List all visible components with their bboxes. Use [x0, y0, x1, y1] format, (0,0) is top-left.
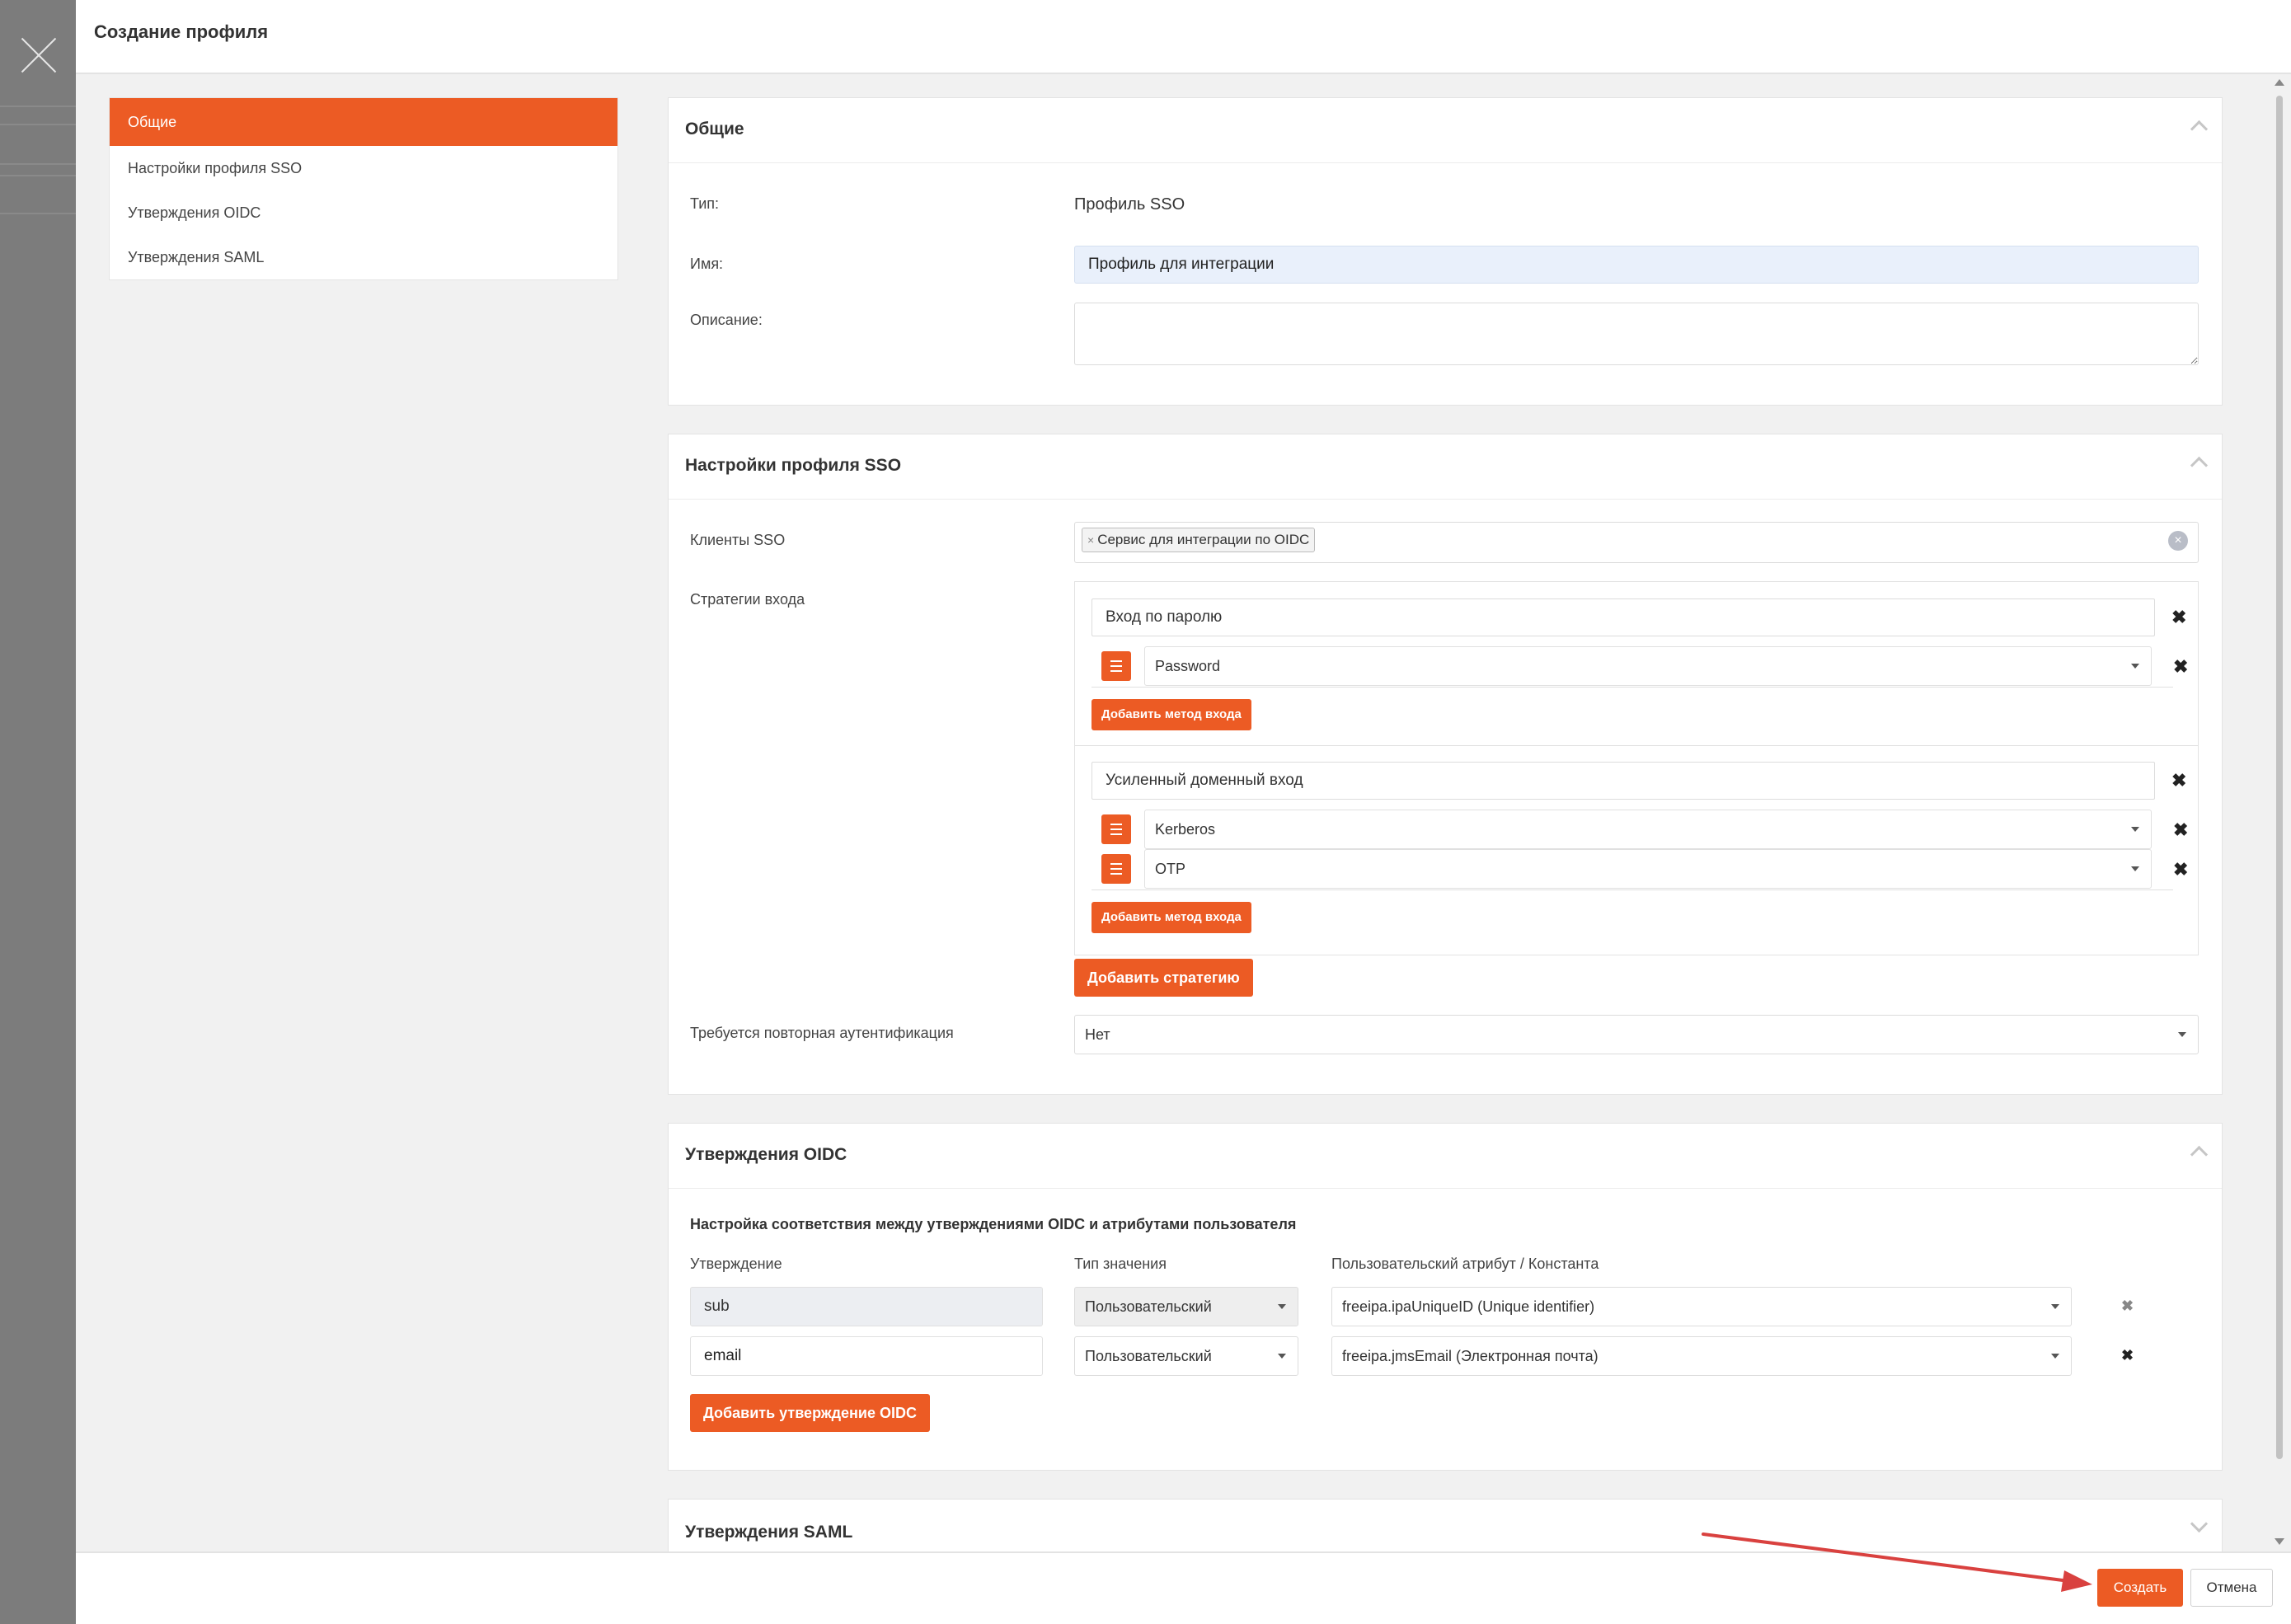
annotation-arrow-icon — [1702, 1532, 2092, 1592]
app-root: Создание профиля Общие Настройки профиля… — [0, 0, 2291, 1624]
